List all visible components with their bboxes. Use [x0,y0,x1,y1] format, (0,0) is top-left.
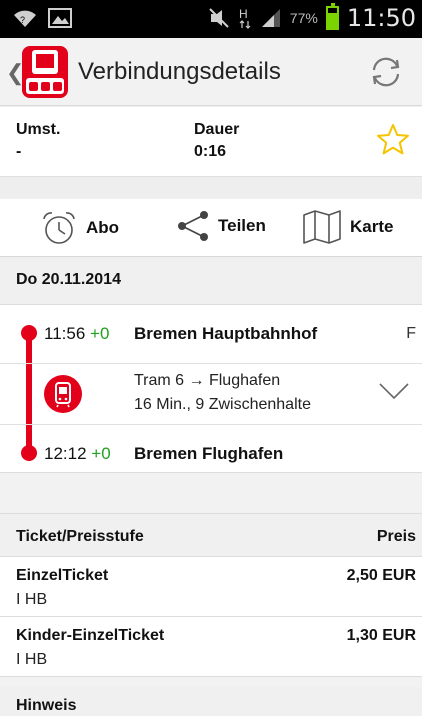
arrival-time-block: 12:12 +0 [44,444,111,464]
transfers-block: Umst. - [16,119,60,163]
ticket-name: Kinder-EinzelTicket [16,627,165,644]
ticket-price: 2,50 EUR [346,567,416,584]
arrival-time: 12:12 [44,444,87,463]
ticket-price: 1,30 EUR [346,627,416,644]
abo-button[interactable]: Abo [40,209,119,247]
image-icon [48,8,72,28]
duration-label: Dauer [194,121,240,138]
actions-row: Abo Teilen Karte [0,199,422,257]
notice-label: Hinweis [16,697,77,714]
alarm-clock-icon [43,212,75,244]
page-title: Verbindungsdetails [78,58,281,85]
price-column-header: Preis [376,528,416,545]
spacer [0,177,422,199]
ticket-zone: I HB [16,591,48,608]
connection-summary: Umst. - Dauer 0:16 [0,107,422,177]
map-icon [303,210,341,244]
departure-delay: +0 [90,324,110,343]
arrival-delay: +0 [91,444,111,463]
abo-label: Abo [86,218,120,237]
share-label: Teilen [218,216,266,235]
duration-value: 0:16 [194,143,227,160]
date-header: Do 20.11.2014 [0,257,422,305]
svg-text:H: H [239,7,248,21]
departure-time-block: 11:56 +0 [44,324,109,344]
notice-header: Hinweis [0,687,422,716]
battery-icon [325,3,339,30]
travel-date: Do 20.11.2014 [16,271,121,288]
share-button[interactable]: Teilen [176,209,266,243]
clock: 11:50 [346,4,416,32]
ticket-name: EinzelTicket [16,567,109,584]
leg-row[interactable]: Tram 6 → Flughafen 16 Min., 9 Zwischenha… [0,363,422,425]
mute-icon [209,8,229,28]
transfers-label: Umst. [16,121,61,138]
departure-time: 11:56 [44,324,86,343]
signal-icon [261,9,280,27]
departure-station: Bremen Hauptbahnhof [134,324,318,343]
refresh-icon[interactable] [366,52,406,92]
share-icon [178,211,208,241]
leg-details: 16 Min., 9 Zwischenhalte [134,396,311,413]
wifi-icon: ? [14,10,36,27]
action-bar: ❮ Verbindungsdetails [0,38,422,106]
journey-section: 11:56 +0 Bremen Hauptbahnhof F Tram 6 → … [0,305,422,473]
battery-percent: 77% [289,10,318,26]
ticket-column-header: Ticket/Preisstufe [16,528,144,545]
ticket-zone: I HB [16,651,48,668]
departure-row[interactable]: 11:56 +0 Bremen Hauptbahnhof F [0,305,422,363]
data-transfer-icon: H [239,7,251,29]
tram-icon [44,375,82,413]
star-icon[interactable] [376,123,410,157]
map-button[interactable]: Karte [302,209,393,245]
arrival-station: Bremen Flughafen [134,444,284,463]
tickets-header: Ticket/Preisstufe Preis [0,513,422,557]
ticket-row[interactable]: Kinder-EinzelTicket I HB 1,30 EUR [0,617,422,677]
transfers-value: - [16,143,22,160]
duration-block: Dauer 0:16 [194,119,239,163]
chevron-down-icon[interactable] [378,380,410,404]
spacer [0,473,422,513]
ticket-row[interactable]: EinzelTicket I HB 2,50 EUR [0,557,422,617]
status-bar: ? H 77% 11:50 [0,0,422,38]
map-label: Karte [350,217,394,236]
departure-platform: F [406,325,416,342]
svg-text:?: ? [20,15,25,25]
app-logo[interactable] [20,44,70,100]
leg-line: Tram 6 → Flughafen [134,372,281,389]
